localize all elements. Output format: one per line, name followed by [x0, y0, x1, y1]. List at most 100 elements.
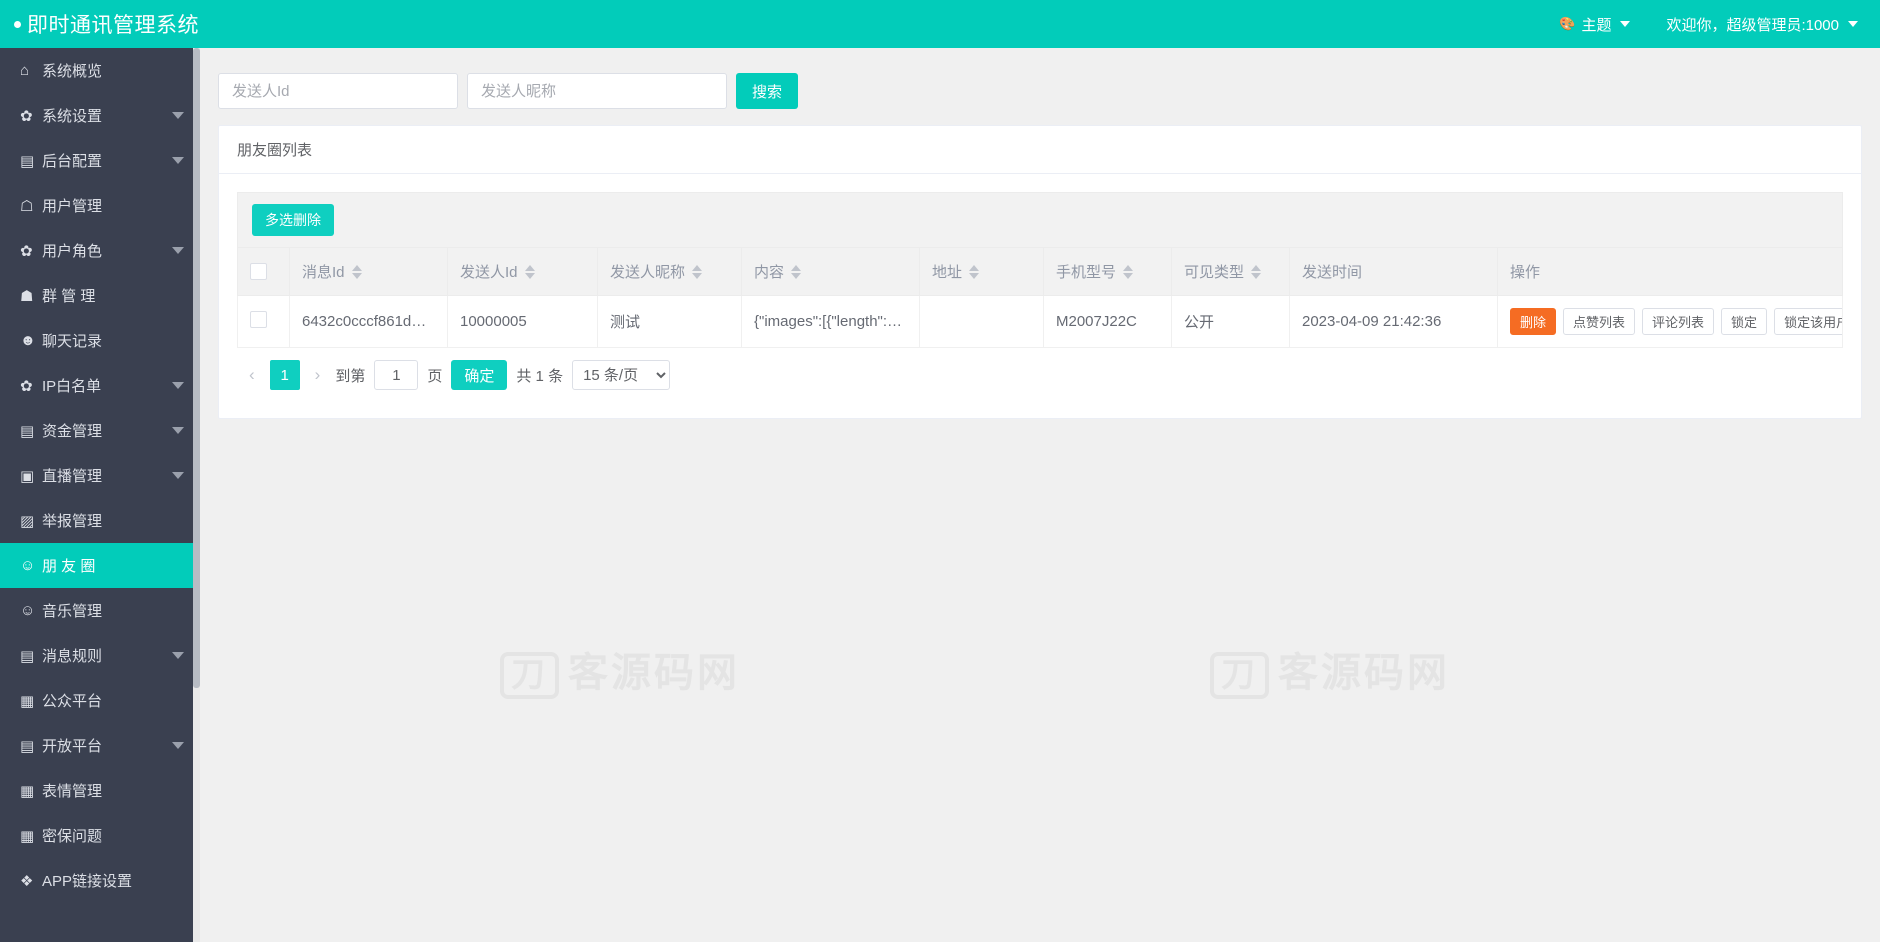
sidebar-item-4[interactable]: ✿ 用户角色 [0, 228, 200, 273]
bulk-delete-button[interactable]: 多选删除 [252, 204, 334, 236]
column-header-label: 地址 [932, 264, 963, 281]
action-button-3[interactable]: 锁定 [1721, 308, 1768, 335]
sort-toggle-icon[interactable] [791, 264, 802, 279]
sidebar-item-3[interactable]: ☖ 用户管理 [0, 183, 200, 228]
select-all-checkbox[interactable] [250, 263, 267, 280]
column-header-label: 内容 [754, 264, 785, 281]
sidebar-item-label: 音乐管理 [42, 603, 103, 620]
sidebar-item-6[interactable]: ☻ 聊天记录 [0, 318, 200, 363]
sidebar-item-0[interactable]: ⌂ 系统概览 [0, 48, 200, 93]
page-number-1[interactable]: 1 [269, 360, 300, 390]
sidebar-item-label: 朋 友 圈 [42, 558, 96, 575]
watermark-badge: 刀 [1210, 652, 1269, 700]
users-icon: ☗ [20, 287, 34, 305]
app-body: ⌂ 系统概览 ✿ 系统设置 ▤ 后台配置 ☖ 用户管理 ✿ 用户角色 ☗ 群 管 理 ☻ 聊天记录 ✿ IP白… [0, 48, 1880, 942]
brand-dot-icon [14, 20, 21, 28]
sort-toggle-icon[interactable] [1251, 264, 1262, 279]
sidebar-item-8[interactable]: ▤ 资金管理 [0, 408, 200, 453]
sidebar-item-2[interactable]: ▤ 后台配置 [0, 138, 200, 183]
action-button-4[interactable]: 锁定该用户 [1774, 308, 1842, 335]
search-button[interactable]: 搜索 [736, 73, 799, 109]
cell-visible-type: 公开 [1171, 295, 1290, 348]
watermark-badge: 刀 [500, 652, 559, 700]
sort-toggle-icon[interactable] [351, 264, 362, 279]
action-button-2[interactable]: 评论列表 [1642, 308, 1715, 335]
sidebar-item-label: 聊天记录 [42, 333, 103, 350]
goto-page-input[interactable] [374, 360, 419, 390]
chevron-left-icon[interactable]: ‹ [243, 365, 261, 385]
chevron-down-icon [172, 157, 184, 164]
sidebar-item-label: 公众平台 [42, 693, 103, 710]
sort-toggle-icon[interactable] [1123, 264, 1134, 279]
sidebar-item-7[interactable]: ✿ IP白名单 [0, 363, 200, 408]
column-header-5[interactable]: 地址 [919, 247, 1044, 296]
clipboard-icon: ▤ [20, 737, 35, 755]
sidebar-item-16[interactable]: ▦ 表情管理 [0, 768, 200, 813]
sidebar-item-9[interactable]: ▣ 直播管理 [0, 453, 200, 498]
layers-icon: ❖ [20, 872, 34, 890]
chevron-down-icon [172, 427, 184, 434]
sidebar-item-15[interactable]: ▤ 开放平台 [0, 723, 200, 768]
sender-nickname-input[interactable] [467, 73, 727, 109]
cell-sender-id: 10000005 [447, 295, 598, 348]
cell-send-time: 2023-04-09 21:42:36 [1289, 295, 1498, 348]
column-header-2[interactable]: 发送人Id [447, 247, 598, 296]
chevron-down-icon [172, 652, 184, 659]
sidebar-item-1[interactable]: ✿ 系统设置 [0, 93, 200, 138]
table-header-row: 消息Id 发送人Id 发送人昵称 内容 地址 手机型号 可见类型 发送时间 操作 [237, 247, 1843, 296]
action-button-1[interactable]: 点赞列表 [1563, 308, 1636, 335]
chevron-right-icon[interactable]: › [309, 365, 327, 385]
moments-panel: 朋友圈列表 多选删除 消息Id 发送人Id 发送人昵称 内容 地址 手机型号 可见类型 发送时… [218, 125, 1862, 419]
sidebar-item-5[interactable]: ☗ 群 管 理 [0, 273, 200, 318]
column-header-8: 发送时间 [1289, 247, 1498, 296]
row-checkbox[interactable] [250, 311, 267, 328]
column-header-label: 发送人昵称 [610, 264, 686, 281]
page-size-select[interactable]: 15 条/页30 条/页50 条/页100 条/页 [572, 360, 671, 390]
sidebar-item-14[interactable]: ▦ 公众平台 [0, 678, 200, 723]
total-count-label: 共 1 条 [516, 367, 564, 385]
moments-table: 消息Id 发送人Id 发送人昵称 内容 地址 手机型号 可见类型 发送时间 操作 6432c0c… [237, 247, 1843, 348]
header-actions: 🎨 主题 欢迎你，超级管理员:1000 [1559, 14, 1858, 35]
palette-icon: 🎨 [1559, 16, 1576, 31]
goto-confirm-button[interactable]: 确定 [451, 360, 508, 390]
sidebar-item-13[interactable]: ▤ 消息规则 [0, 633, 200, 678]
row-select-checkbox[interactable] [237, 295, 290, 348]
column-header-1[interactable]: 消息Id [289, 247, 448, 296]
sidebar-nav: ⌂ 系统概览 ✿ 系统设置 ▤ 后台配置 ☖ 用户管理 ✿ 用户角色 ☗ 群 管 理 ☻ 聊天记录 ✿ IP白… [0, 48, 200, 903]
sender-id-input[interactable] [218, 73, 458, 109]
sort-toggle-icon[interactable] [969, 264, 980, 279]
sidebar-item-18[interactable]: ❖ APP链接设置 [0, 858, 200, 903]
sidebar-item-11[interactable]: ☺ 朋 友 圈 [0, 543, 200, 588]
search-bar: 搜索 [218, 73, 1862, 109]
column-header-6[interactable]: 手机型号 [1043, 247, 1172, 296]
gear-icon: ✿ [20, 377, 33, 395]
theme-menu[interactable]: 🎨 主题 [1559, 14, 1631, 35]
sidebar-item-label: 表情管理 [42, 783, 103, 800]
sidebar-scrollbar-track[interactable] [193, 48, 200, 942]
column-header-4[interactable]: 内容 [741, 247, 920, 296]
sidebar-item-label: 资金管理 [42, 423, 103, 440]
table-row: 6432c0cccf861d… 10000005 测试 {"images":[{"le… [237, 295, 1843, 348]
watermark-left: 刀客源码网 [500, 640, 740, 700]
user-label: 欢迎你，超级管理员:1000 [1666, 16, 1839, 34]
column-header-label: 可见类型 [1184, 264, 1245, 281]
sidebar-item-17[interactable]: ▦ 密保问题 [0, 813, 200, 858]
cell-phone-model: M2007J22C [1043, 295, 1172, 348]
column-header-label: 消息Id [302, 264, 345, 281]
column-header-label: 发送人Id [460, 264, 518, 281]
sidebar: ⌂ 系统概览 ✿ 系统设置 ▤ 后台配置 ☖ 用户管理 ✿ 用户角色 ☗ 群 管 理 ☻ 聊天记录 ✿ IP白… [0, 48, 200, 942]
sidebar-item-12[interactable]: ☺ 音乐管理 [0, 588, 200, 633]
gear-icon: ✿ [20, 107, 33, 125]
column-header-3[interactable]: 发送人昵称 [597, 247, 742, 296]
sort-toggle-icon[interactable] [524, 264, 535, 279]
column-header-label: 发送时间 [1302, 264, 1363, 281]
column-header-7[interactable]: 可见类型 [1171, 247, 1290, 296]
sort-toggle-icon[interactable] [692, 264, 703, 279]
action-button-0[interactable]: 删除 [1510, 308, 1557, 335]
sidebar-item-10[interactable]: ▨ 举报管理 [0, 498, 200, 543]
cell-sender-nickname: 测试 [597, 295, 742, 348]
chevron-down-icon [172, 472, 184, 479]
chevron-down-icon [172, 382, 184, 389]
user-menu[interactable]: 欢迎你，超级管理员:1000 [1666, 14, 1858, 35]
sidebar-scrollbar-thumb[interactable] [193, 48, 200, 688]
